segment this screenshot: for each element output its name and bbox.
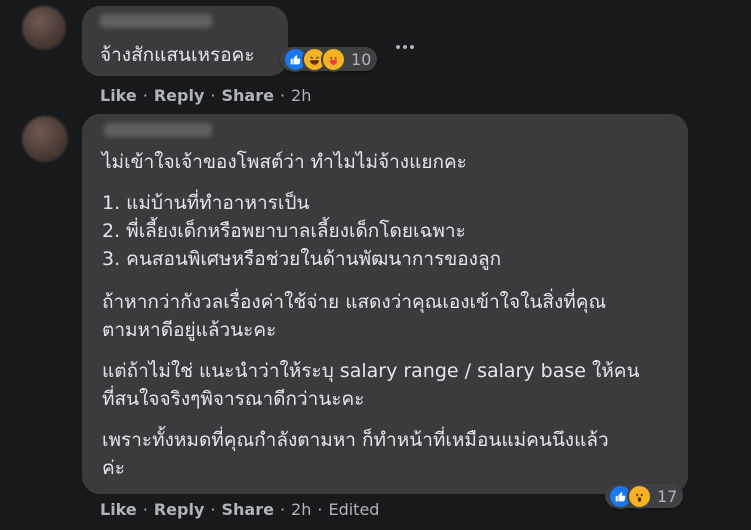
separator-dot: · (317, 500, 323, 519)
reaction-count: 10 (351, 49, 372, 69)
more-options-icon[interactable] (396, 34, 417, 53)
comment-bubble: จ้างสักแสนเหรอคะ (82, 6, 288, 76)
separator-dot: · (210, 500, 216, 519)
separator-dot: · (142, 500, 148, 519)
comment-line: ที่สนใจจริงๆพิจารณาดีกว่านะคะ (102, 388, 365, 410)
comment-line: ถ้าหากว่ากังวลเรื่องค่าใช้จ่าย แสดงว่าคุ… (102, 291, 607, 313)
separator-dot: · (279, 86, 286, 105)
reply-button[interactable]: Reply (154, 86, 205, 105)
comment-line: 1. แม่บ้านที่ทำอาหารเป็น (102, 192, 310, 214)
separator-dot: · (142, 86, 148, 105)
separator-dot: · (279, 500, 286, 519)
edited-label[interactable]: Edited (328, 500, 379, 519)
comment-line: 2. พี่เลี้ยงเด็กหรือพยาบาลเลี้ยงเด็กโดยเ… (102, 220, 466, 242)
comment-actions: Like · Reply · Share · 2h (100, 86, 311, 105)
like-button[interactable]: Like (100, 500, 137, 519)
comment-text: จ้างสักแสนเหรอคะ (100, 44, 255, 66)
comment-line: ค่ะ (102, 457, 125, 479)
comment-line: ไม่เข้าใจเจ้าของโพสต์ว่า ทำไมไม่จ้างแยกค… (102, 151, 467, 173)
timestamp-link[interactable]: 2h (291, 86, 311, 105)
comment-line: เพราะทั้งหมดที่คุณกำลังตามหา ก็ทำหน้าที่… (102, 429, 609, 451)
comment-bubble: ไม่เข้าใจเจ้าของโพสต์ว่า ทำไมไม่จ้างแยกค… (82, 114, 688, 494)
commenter-name[interactable] (100, 14, 212, 28)
reaction-summary[interactable]: 10 (280, 46, 378, 72)
commenter-avatar[interactable] (22, 6, 66, 50)
timestamp-link[interactable]: 2h (291, 500, 311, 519)
commenter-name[interactable] (104, 123, 212, 137)
separator-dot: · (210, 86, 216, 105)
share-button[interactable]: Share (221, 86, 273, 105)
like-button[interactable]: Like (100, 86, 137, 105)
reaction-summary[interactable]: 17 (605, 483, 684, 509)
wow-icon (627, 483, 652, 509)
comment-actions: Like · Reply · Share · 2h · Edited (100, 500, 379, 519)
care-icon (321, 46, 346, 72)
reaction-count: 17 (657, 486, 678, 506)
share-button[interactable]: Share (221, 500, 273, 519)
comment-line: 3. คนสอนพิเศษหรือช่วยในด้านพัฒนาการของลู… (102, 248, 502, 270)
reply-button[interactable]: Reply (154, 500, 205, 519)
comment-line: ตามหาดีอยู่แล้วนะคะ (102, 319, 277, 341)
comment-line: แต่ถ้าไม่ใช่ แนะนำว่าให้ระบุ salary rang… (102, 360, 640, 382)
commenter-avatar[interactable] (22, 116, 68, 162)
